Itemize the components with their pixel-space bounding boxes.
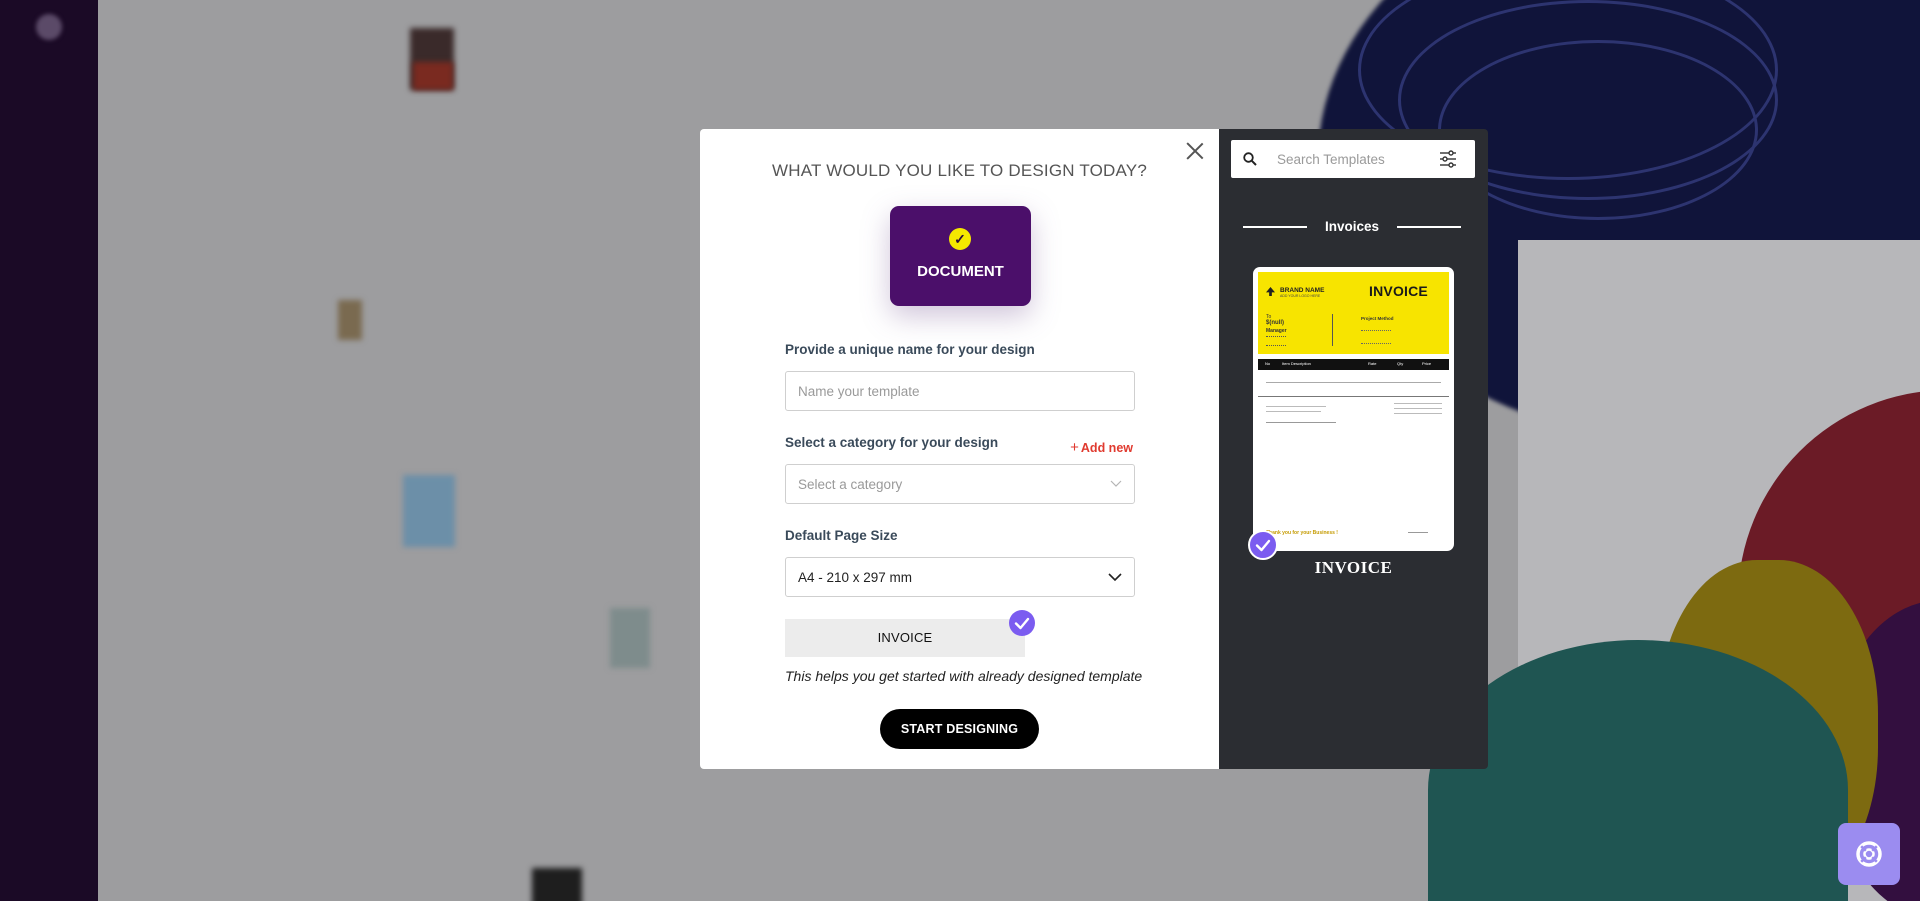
invoice-thanks: Thank you for your Business ! bbox=[1266, 530, 1338, 536]
category-field-label: Select a category for your design bbox=[785, 435, 999, 450]
app-logo bbox=[36, 14, 62, 40]
add-new-label: Add new bbox=[1080, 441, 1133, 455]
invoice-col-qty: Qty bbox=[1397, 361, 1404, 366]
invoice-client-role: Manager bbox=[1266, 328, 1287, 334]
divider bbox=[1394, 413, 1442, 414]
design-modal: WHAT WOULD YOU LIKE TO DESIGN TODAY? ✓ D… bbox=[700, 129, 1219, 769]
design-name-input[interactable] bbox=[785, 371, 1135, 411]
category-select[interactable]: Select a category bbox=[785, 464, 1135, 504]
divider bbox=[1394, 403, 1442, 404]
design-type-label: DOCUMENT bbox=[917, 263, 1004, 280]
check-icon: ✓ bbox=[949, 228, 971, 250]
page-size-select[interactable]: A4 - 210 x 297 mm bbox=[785, 557, 1135, 597]
template-name: INVOICE bbox=[1314, 558, 1393, 577]
selected-template-chip[interactable]: INVOICE bbox=[785, 619, 1025, 657]
modal-title: WHAT WOULD YOU LIKE TO DESIGN TODAY? bbox=[772, 161, 1147, 180]
invoice-preview: BRAND NAME ADD YOUR LOGO HERE INVOICE To… bbox=[1258, 272, 1449, 546]
template-card-invoice[interactable]: BRAND NAME ADD YOUR LOGO HERE INVOICE To… bbox=[1253, 267, 1454, 551]
template-search-box bbox=[1231, 140, 1475, 178]
check-icon bbox=[1248, 530, 1278, 560]
page-size-value: A4 - 210 x 297 mm bbox=[798, 569, 913, 585]
divider bbox=[1408, 532, 1428, 533]
chevron-down-icon bbox=[1108, 572, 1122, 581]
invoice-brand-sub: ADD YOUR LOGO HERE bbox=[1280, 294, 1321, 298]
support-icon bbox=[1856, 841, 1882, 867]
divider bbox=[1332, 314, 1333, 346]
plus-icon: + bbox=[1070, 439, 1079, 456]
backdrop-thumbnail bbox=[403, 475, 455, 547]
template-search-input[interactable] bbox=[1277, 151, 1427, 167]
close-icon[interactable] bbox=[1183, 139, 1207, 163]
invoice-col-rate: Rate bbox=[1368, 361, 1377, 366]
backdrop-thumbnail bbox=[610, 608, 650, 668]
divider bbox=[1243, 225, 1307, 228]
divider bbox=[1266, 411, 1321, 412]
chevron-down-icon bbox=[1110, 480, 1122, 487]
invoice-brand: BRAND NAME bbox=[1280, 287, 1325, 294]
invoice-client: $(null) bbox=[1266, 320, 1284, 326]
backdrop-thumbnail bbox=[338, 300, 362, 340]
template-category-heading: Invoices bbox=[1243, 219, 1461, 234]
page-size-field-label: Default Page Size bbox=[785, 528, 898, 543]
template-category-label: Invoices bbox=[1324, 219, 1380, 234]
backdrop-thumbnail bbox=[532, 868, 582, 901]
divider bbox=[1266, 422, 1336, 423]
divider bbox=[1397, 225, 1461, 228]
divider bbox=[1258, 396, 1449, 397]
template-panel: Invoices BRAND NAME ADD YOUR LOGO HERE I… bbox=[1219, 129, 1488, 769]
invoice-project-lines bbox=[1361, 330, 1391, 344]
search-icon bbox=[1243, 152, 1257, 166]
support-button[interactable] bbox=[1838, 823, 1900, 885]
start-designing-button[interactable]: START DESIGNING bbox=[880, 709, 1039, 749]
backdrop-thumbnail bbox=[413, 62, 453, 90]
invoice-col-price: Price bbox=[1422, 361, 1432, 366]
invoice-contact-lines bbox=[1266, 336, 1286, 346]
invoice-title: INVOICE bbox=[1369, 283, 1428, 299]
add-new-category-button[interactable]: + Add new bbox=[1070, 439, 1133, 456]
invoice-table-header: No Item Description Rate Qty Price bbox=[1258, 359, 1449, 370]
category-select-placeholder: Select a category bbox=[798, 476, 903, 492]
invoice-col-no: No bbox=[1265, 361, 1271, 366]
name-field-label: Provide a unique name for your design bbox=[785, 342, 1035, 357]
invoice-project: Project Method bbox=[1361, 316, 1394, 321]
divider bbox=[1394, 408, 1442, 409]
check-icon bbox=[1009, 610, 1035, 636]
design-type-document-card[interactable]: ✓ DOCUMENT bbox=[890, 206, 1031, 306]
invoice-col-item: Item Description bbox=[1282, 361, 1311, 366]
divider bbox=[1266, 382, 1441, 383]
helper-text: This helps you get started with already … bbox=[785, 668, 1143, 684]
filter-icon[interactable] bbox=[1439, 150, 1457, 168]
app-sidebar-backdrop bbox=[0, 0, 98, 901]
divider bbox=[1266, 406, 1326, 407]
